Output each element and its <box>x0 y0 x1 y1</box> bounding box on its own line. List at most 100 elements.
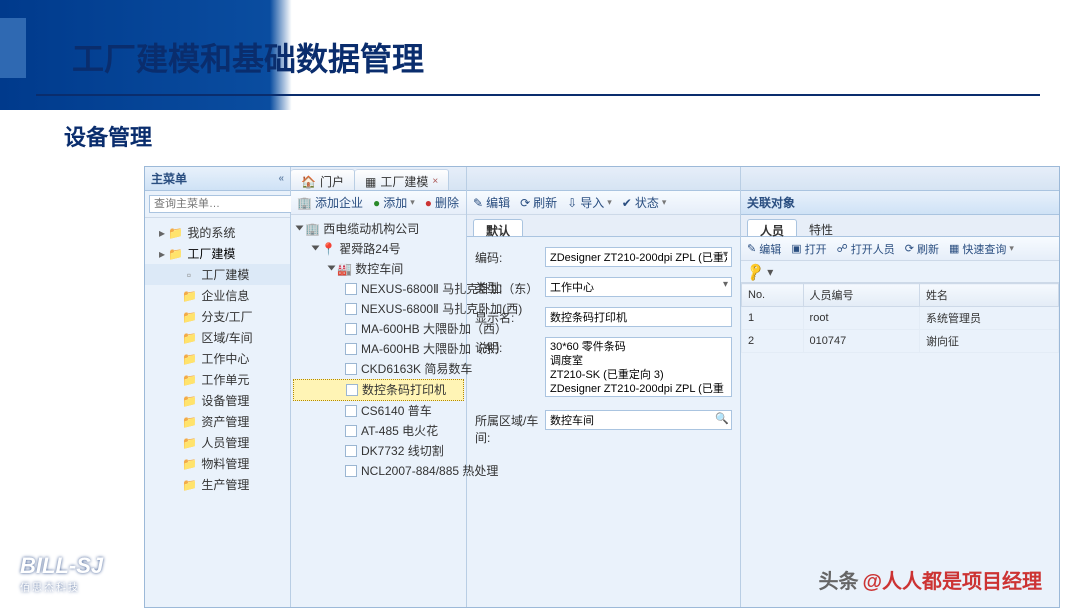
page-title: 工厂建模和基础数据管理 <box>72 34 424 80</box>
tree-root[interactable]: 🏢 西电缆动机构公司 <box>293 219 464 239</box>
rel-open-button[interactable]: ▣打开 <box>791 241 826 257</box>
edit-button[interactable]: ✎编辑 <box>473 194 510 211</box>
collapse-icon[interactable]: « <box>278 173 284 184</box>
tree-leaf[interactable]: MA-600HB 大隈卧加（西） <box>293 319 464 339</box>
tab-properties[interactable]: 特性 <box>797 219 845 236</box>
menu-search-input[interactable] <box>149 195 301 213</box>
nav-item[interactable]: 📁 人员管理 <box>145 432 290 453</box>
app-frame: 主菜单 « × 🔍 ▸📁 我的系统▸📁 工厂建模▫ 工厂建模📁 企业信息📁 分支… <box>144 166 1060 608</box>
folder-icon: 📁 <box>168 226 182 240</box>
tree-leaf[interactable]: 数控条码打印机 <box>293 379 464 401</box>
persons-table: No. 人员编号 姓名 1root系统管理员2010747谢向征 <box>741 283 1059 353</box>
folder-icon: 📁 <box>168 247 182 261</box>
code-field[interactable] <box>545 247 732 267</box>
folder-icon: ▫ <box>182 268 196 282</box>
grid-icon: ▦ <box>365 175 376 189</box>
folder-icon: 📁 <box>182 373 196 387</box>
tab-home[interactable]: 🏠 门户 <box>291 169 355 190</box>
rel-edit-button[interactable]: ✎编辑 <box>747 241 781 257</box>
detail-panel: ✎编辑 ⟳刷新 ⇩导入▾ ✔状态▾ 默认 编码: 类型: 显示名: <box>467 167 741 607</box>
delete-button[interactable]: ● 删除 <box>425 194 459 211</box>
nav-item[interactable]: 📁 物料管理 <box>145 453 290 474</box>
tree-leaf[interactable]: MA-600HB 大隈卧加（东） <box>293 339 464 359</box>
folder-icon: 📁 <box>182 478 196 492</box>
import-icon: ⇩ <box>567 196 577 210</box>
refresh-icon: ⟳ <box>905 242 914 255</box>
nav-item[interactable]: 📁 分支/工厂 <box>145 306 290 327</box>
table-row[interactable]: 1root系统管理员 <box>742 307 1059 330</box>
nav-item[interactable]: 📁 工作单元 <box>145 369 290 390</box>
tree-leaf[interactable]: AT-485 电火花 <box>293 421 464 441</box>
brand-logo: BILL-SJ佰思杰科技 <box>20 553 103 594</box>
folder-icon: 📁 <box>182 415 196 429</box>
tab-persons[interactable]: 人员 <box>747 219 797 236</box>
key-icon: 🔑 <box>744 261 766 283</box>
person-icon: ☍ <box>837 242 848 255</box>
watermark: 头条@人人都是项目经理 <box>818 565 1042 594</box>
folder-icon: 📁 <box>182 331 196 345</box>
home-icon: 🏠 <box>301 175 316 189</box>
close-icon[interactable]: × <box>432 176 438 187</box>
tree-leaf[interactable]: DK7732 线切割 <box>293 441 464 461</box>
nav-item[interactable]: 📁 设备管理 <box>145 390 290 411</box>
add-button[interactable]: ● 添加▾ <box>373 194 415 211</box>
building-icon: 🏢 <box>297 196 312 210</box>
tree-panel: 🏠 门户 ▦ 工厂建模 × 🏢 添加企业 ● 添加▾ ● 删除 🏢 西 <box>291 167 467 607</box>
rel-quick-query-button[interactable]: ▦快速查询▾ <box>949 241 1014 257</box>
name-label: 显示名: <box>475 307 545 326</box>
folder-icon: 📁 <box>182 457 196 471</box>
pencil-icon: ✎ <box>747 242 756 255</box>
check-icon: ✔ <box>622 196 632 210</box>
nav-item[interactable]: ▸📁 工厂建模 <box>145 243 290 264</box>
table-row[interactable]: 2010747谢向征 <box>742 330 1059 353</box>
main-menu-panel: 主菜单 « × 🔍 ▸📁 我的系统▸📁 工厂建模▫ 工厂建模📁 企业信息📁 分支… <box>145 167 291 607</box>
folder-icon: 📁 <box>182 289 196 303</box>
tree-area[interactable]: 🏭 数控车间 <box>293 259 464 279</box>
status-button[interactable]: ✔状态▾ <box>622 194 667 211</box>
rel-open-person-button[interactable]: ☍打开人员 <box>837 241 895 257</box>
pencil-icon: ✎ <box>473 196 483 210</box>
open-icon: ▣ <box>791 242 801 255</box>
page-subtitle: 设备管理 <box>64 120 152 152</box>
refresh-button[interactable]: ⟳刷新 <box>520 194 557 211</box>
nav-item[interactable]: ▫ 工厂建模 <box>145 264 290 285</box>
code-label: 编码: <box>475 247 545 266</box>
folder-icon: 📁 <box>182 436 196 450</box>
col-name[interactable]: 姓名 <box>920 284 1059 307</box>
tree-leaf[interactable]: NEXUS-6800Ⅱ 马扎克卧加(西) <box>293 299 464 319</box>
tree-leaf[interactable]: CKD6163K 简易数车 <box>293 359 464 379</box>
add-enterprise-button[interactable]: 🏢 添加企业 <box>297 194 363 211</box>
desc-label: 说明: <box>475 337 545 356</box>
minus-icon: ● <box>425 196 432 210</box>
refresh-icon: ⟳ <box>520 196 530 210</box>
related-title: 关联对象 <box>747 194 795 211</box>
folder-icon: 📁 <box>182 394 196 408</box>
folder-icon: 📁 <box>182 310 196 324</box>
related-panel: 关联对象 人员 特性 ✎编辑 ▣打开 ☍打开人员 ⟳刷新 ▦快速查询▾ 🔑▾ N… <box>741 167 1059 607</box>
nav-item[interactable]: 📁 区域/车间 <box>145 327 290 348</box>
name-field[interactable] <box>545 307 732 327</box>
nav-item[interactable]: 📁 生产管理 <box>145 474 290 495</box>
folder-icon: 📁 <box>182 352 196 366</box>
tab-factory-model[interactable]: ▦ 工厂建模 × <box>355 169 449 190</box>
nav-item[interactable]: 📁 资产管理 <box>145 411 290 432</box>
col-code[interactable]: 人员编号 <box>803 284 919 307</box>
nav-item[interactable]: 📁 工作中心 <box>145 348 290 369</box>
type-label: 类型: <box>475 277 545 296</box>
main-menu-title: 主菜单 <box>151 170 187 187</box>
import-button[interactable]: ⇩导入▾ <box>567 194 612 211</box>
col-no[interactable]: No. <box>742 284 804 307</box>
tree-leaf[interactable]: NCL2007-884/885 热处理 <box>293 461 464 481</box>
tab-default[interactable]: 默认 <box>473 219 523 236</box>
desc-field[interactable] <box>545 337 732 397</box>
area-label: 所属区域/车间: <box>475 410 545 446</box>
type-field[interactable] <box>545 277 732 297</box>
nav-item[interactable]: ▸📁 我的系统 <box>145 222 290 243</box>
tree-site[interactable]: 📍 翟舜路24号 <box>293 239 464 259</box>
plus-icon: ● <box>373 196 380 210</box>
tree-leaf[interactable]: NEXUS-6800Ⅱ 马扎克卧加（东） <box>293 279 464 299</box>
tree-leaf[interactable]: CS6140 普车 <box>293 401 464 421</box>
area-field[interactable] <box>545 410 732 430</box>
rel-refresh-button[interactable]: ⟳刷新 <box>905 241 939 257</box>
nav-item[interactable]: 📁 企业信息 <box>145 285 290 306</box>
